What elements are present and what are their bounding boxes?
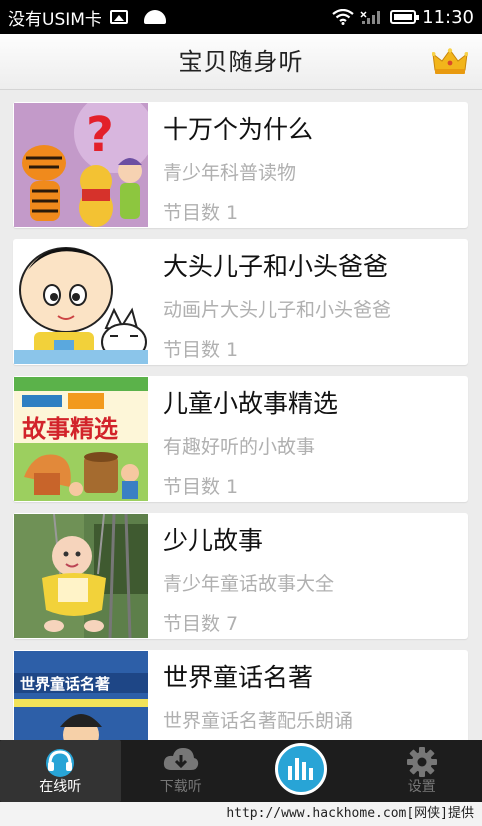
tab-settings-label: 设置 [407, 779, 436, 795]
big-head-son-cartoon-image [14, 240, 148, 364]
album-title: 少儿故事 [163, 526, 264, 555]
android-icon [143, 10, 166, 24]
album-description: 青少年科普读物 [163, 162, 297, 184]
story-book-cover-image: 故事精选 [14, 377, 148, 501]
episode-count: 节目数 1 [163, 476, 239, 498]
crown-icon [431, 48, 469, 74]
album-thumbnail [14, 240, 148, 364]
page-title: 宝贝随身听 [178, 48, 304, 76]
list-item[interactable]: 故事精选 儿童小故事精选 有趣好听的小故事 节目数 1 [13, 376, 468, 502]
album-description: 动画片大头儿子和小头爸爸 [163, 299, 392, 321]
tab-online-label: 在线听 [39, 779, 82, 795]
bottom-nav: 在线听 下载听 设置 [0, 740, 482, 802]
album-thumbnail: 故事精选 [14, 377, 148, 501]
carrier-text: 没有USIM卡 [8, 9, 102, 30]
status-bar: 没有USIM卡 11:30 [0, 0, 482, 34]
tab-download[interactable]: 下载听 [121, 740, 242, 802]
list-item[interactable]: 少儿故事 青少年童话故事大全 节目数 7 [13, 513, 468, 639]
episode-count: 节目数 7 [163, 613, 239, 635]
svg-text:?: ? [86, 107, 114, 163]
headphones-icon [46, 749, 75, 777]
baby-on-swing-photo-image [14, 514, 148, 638]
list-item[interactable]: ? 十万个为什么 青少年科普读物 节目数 1 [13, 102, 468, 228]
cartoon-tigger-pooh-image: ? [14, 103, 148, 227]
episode-count: 节目数 1 [163, 202, 239, 224]
clock: 11:30 [422, 6, 474, 28]
episode-count: 节目数 1 [163, 339, 239, 361]
svg-text:故事精选: 故事精选 [22, 415, 118, 443]
album-title: 世界童话名著 [163, 663, 314, 692]
album-thumbnail [14, 514, 148, 638]
image-notification-icon [109, 10, 128, 24]
tab-online[interactable]: 在线听 [0, 740, 121, 802]
watermark-text: http://www.hackhome.com[网侠]提供 [0, 802, 482, 826]
album-description: 世界童话名著配乐朗诵 [163, 710, 354, 732]
audio-bars-icon [288, 758, 314, 780]
album-title: 大头儿子和小头爸爸 [163, 252, 389, 281]
album-list: ? 十万个为什么 青少年科普读物 节目数 1 大头儿子和小头爸爸 动画片大头儿子… [13, 102, 468, 787]
album-thumbnail: ? [14, 103, 148, 227]
app-screen: 没有USIM卡 11:30 宝贝随身听 ? 十万个为什么 青少年科普读物 节目数… [0, 0, 482, 826]
title-bar: 宝贝随身听 [0, 34, 482, 90]
album-title: 儿童小故事精选 [163, 389, 339, 418]
tab-settings[interactable]: 设置 [362, 740, 482, 802]
tab-player[interactable] [241, 740, 362, 802]
album-description: 有趣好听的小故事 [163, 436, 316, 458]
list-item[interactable]: 大头儿子和小头爸爸 动画片大头儿子和小头爸爸 节目数 1 [13, 239, 468, 365]
wifi-icon [332, 9, 354, 25]
svg-text:世界童话名著: 世界童话名著 [20, 675, 110, 693]
album-description: 青少年童话故事大全 [163, 573, 335, 595]
tab-download-label: 下载听 [159, 779, 202, 795]
gear-icon [406, 747, 437, 777]
status-bar-right: 11:30 [332, 7, 474, 28]
now-playing-button[interactable] [275, 743, 328, 795]
battery-icon [390, 10, 420, 24]
signal-icon [360, 11, 381, 24]
crown-button[interactable] [431, 48, 469, 76]
album-title: 十万个为什么 [163, 115, 314, 144]
download-icon [163, 748, 198, 770]
